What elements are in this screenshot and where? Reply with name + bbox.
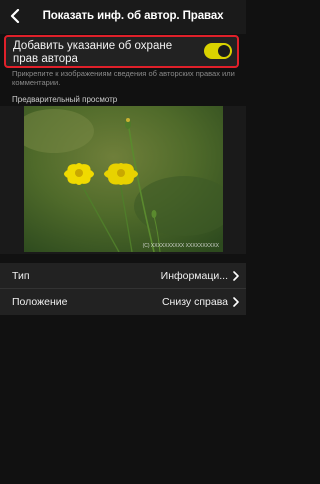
header-bar: Показать инф. об автор. Правах	[0, 0, 246, 34]
preview-label: Предварительный просмотр	[12, 95, 118, 104]
chevron-left-icon[interactable]	[9, 9, 23, 23]
watermark-text: (C) XXXXXXXXXX XXXXXXXXXX	[142, 243, 219, 249]
description-text: Прикрепите к изображениям сведения об ав…	[12, 69, 235, 87]
toggle-knob	[218, 45, 230, 57]
type-value: Информаци...	[160, 270, 228, 282]
type-label: Тип	[12, 270, 30, 282]
preview-panel: (C) XXXXXXXXXX XXXXXXXXXX	[0, 106, 246, 254]
copyright-toggle-label: Добавить указание об охране прав автора	[13, 40, 173, 65]
type-setting-row[interactable]: Тип Информаци...	[0, 263, 246, 289]
copyright-toggle-switch[interactable]	[204, 43, 232, 59]
position-label: Положение	[12, 296, 68, 308]
chevron-right-icon	[233, 271, 239, 281]
chevron-right-icon	[233, 297, 239, 307]
preview-image: (C) XXXXXXXXXX XXXXXXXXXX	[24, 106, 223, 252]
copyright-toggle-row[interactable]: Добавить указание об охране прав автора	[4, 35, 239, 68]
page-title: Показать инф. об автор. Правах	[42, 10, 224, 22]
position-value: Снизу справа	[161, 296, 228, 308]
position-setting-row[interactable]: Положение Снизу справа	[0, 289, 246, 315]
